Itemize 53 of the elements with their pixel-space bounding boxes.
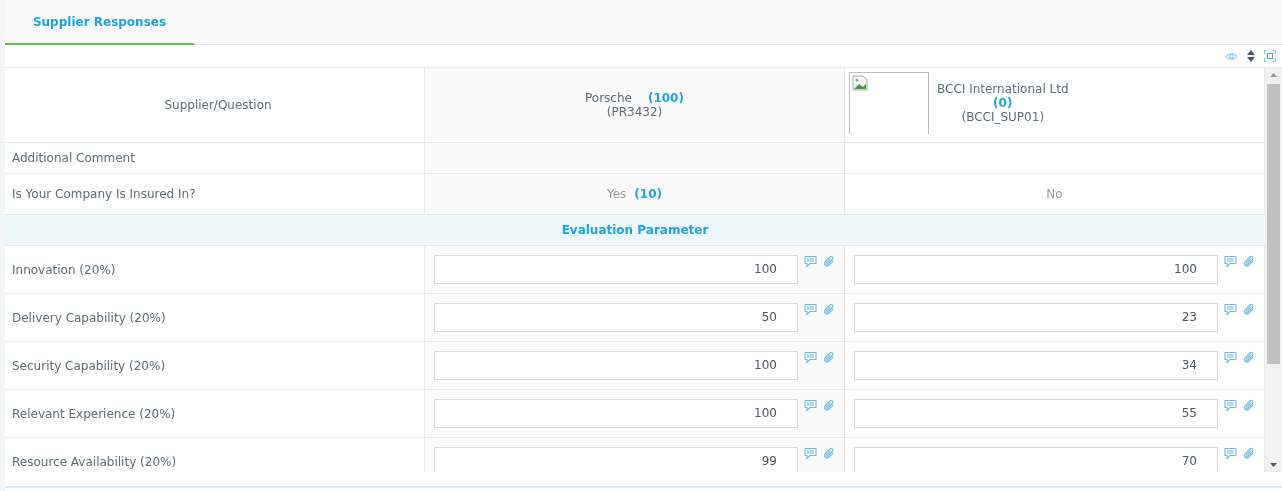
paperclip-icon[interactable] <box>1242 351 1255 364</box>
fullscreen-icon[interactable] <box>1264 50 1276 62</box>
parameter-label: Relevant Experience (20%) <box>12 406 176 421</box>
paperclip-icon[interactable] <box>822 303 835 316</box>
supplier-code: (PR3432) <box>606 105 663 119</box>
supplier-code: (BCCI_SUP01) <box>961 110 1045 124</box>
parameter-label: Innovation (20%) <box>12 262 116 277</box>
broken-image-icon <box>852 75 868 91</box>
score-field[interactable]: 23 <box>854 303 1218 332</box>
paperclip-icon[interactable] <box>1242 447 1255 460</box>
paperclip-icon[interactable] <box>1242 303 1255 316</box>
eye-icon[interactable] <box>1225 51 1238 61</box>
parameter-label: Security Capability (20%) <box>12 358 166 373</box>
sort-icon[interactable] <box>1247 50 1255 62</box>
comment-icon[interactable] <box>804 447 817 460</box>
comment-icon[interactable] <box>1224 303 1237 316</box>
question-label: Additional Comment <box>12 151 135 165</box>
score-field[interactable]: 34 <box>854 351 1218 380</box>
comment-icon[interactable] <box>1224 399 1237 412</box>
answer-text: No <box>1046 187 1063 201</box>
comment-icon[interactable] <box>1224 351 1237 364</box>
section-header: Evaluation Parameter <box>5 215 1265 246</box>
paperclip-icon[interactable] <box>822 399 835 412</box>
score-field[interactable]: 99 <box>434 447 798 472</box>
score-field[interactable]: 100 <box>854 255 1218 284</box>
paperclip-icon[interactable] <box>822 447 835 460</box>
supplier-name: BCCI International Ltd <box>937 82 1069 96</box>
paperclip-icon[interactable] <box>822 351 835 364</box>
score-field[interactable]: 70 <box>854 447 1218 472</box>
answer-text: Yes <box>606 187 627 201</box>
answer-score: (10) <box>634 187 662 201</box>
comment-icon[interactable] <box>804 255 817 268</box>
scrollbar-thumb[interactable] <box>1267 84 1280 364</box>
score-field[interactable]: 100 <box>434 399 798 428</box>
score-field[interactable]: 50 <box>434 303 798 332</box>
score-field[interactable]: 55 <box>854 399 1218 428</box>
comment-icon[interactable] <box>804 399 817 412</box>
parameter-label: Delivery Capability (20%) <box>12 310 166 325</box>
supplier-name: Porsche <box>585 91 632 105</box>
paperclip-icon[interactable] <box>1242 255 1255 268</box>
paperclip-icon[interactable] <box>822 255 835 268</box>
comment-icon[interactable] <box>1224 255 1237 268</box>
score-field[interactable]: 100 <box>434 351 798 380</box>
column-header: Supplier/Question <box>164 98 272 112</box>
supplier-score: (0) <box>993 96 1013 110</box>
score-field[interactable]: 100 <box>434 255 798 284</box>
supplier-score: (100) <box>647 91 684 105</box>
question-label: Is Your Company Is Insured In? <box>12 187 196 201</box>
paperclip-icon[interactable] <box>1242 399 1255 412</box>
comment-icon[interactable] <box>804 303 817 316</box>
parameter-label: Resource Availability (20%) <box>12 454 177 469</box>
comment-icon[interactable] <box>804 351 817 364</box>
comment-icon[interactable] <box>1224 447 1237 460</box>
